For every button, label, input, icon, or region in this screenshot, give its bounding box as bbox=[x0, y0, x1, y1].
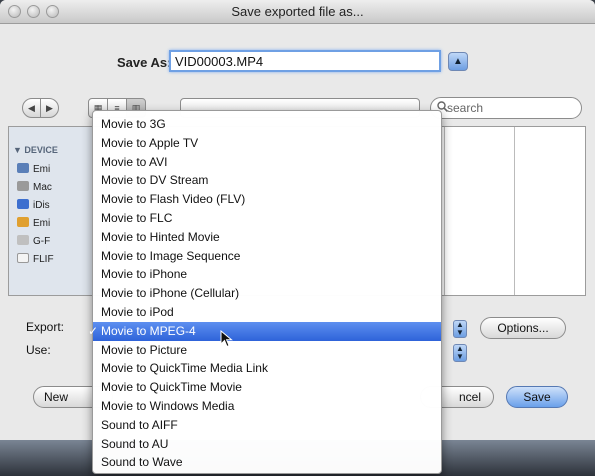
menu-item-label: Sound to AU bbox=[101, 436, 169, 451]
menu-item[interactable]: Movie to iPhone (Cellular) bbox=[93, 284, 441, 303]
menu-item-label: Movie to Hinted Movie bbox=[101, 229, 220, 244]
menu-item-label: Movie to Picture bbox=[101, 342, 188, 357]
menu-item[interactable]: Movie to AVI bbox=[93, 153, 441, 172]
menu-item-label: Movie to QuickTime Media Link bbox=[101, 361, 268, 376]
menu-item-label: Sound to AIFF bbox=[101, 417, 178, 432]
forward-arrow-icon: ▶ bbox=[46, 103, 53, 113]
menu-item-label: Movie to QuickTime Movie bbox=[101, 380, 242, 395]
back-button[interactable]: ◀ bbox=[22, 98, 41, 118]
menu-item[interactable]: Movie to QuickTime Movie bbox=[93, 378, 441, 397]
mouse-pointer-icon bbox=[220, 330, 233, 348]
drive-icon bbox=[17, 217, 29, 227]
expand-dialog-button[interactable]: ▲ bbox=[448, 52, 468, 71]
column-divider[interactable] bbox=[514, 127, 515, 295]
save-as-label: Save As: bbox=[117, 55, 172, 70]
display-icon bbox=[17, 163, 29, 173]
drive-icon bbox=[17, 253, 29, 263]
export-label: Export: bbox=[26, 320, 65, 334]
use-popup-arrows[interactable]: ▲ ▼ bbox=[453, 344, 467, 362]
menu-item[interactable]: ✓ Movie to MPEG-4 bbox=[88, 321, 441, 341]
up-down-arrows-icon: ▲ ▼ bbox=[456, 344, 464, 361]
menu-item[interactable]: Sound to AIFF bbox=[93, 416, 441, 435]
menu-item-label: Movie to Windows Media bbox=[101, 398, 235, 413]
menu-item[interactable]: Movie to Windows Media bbox=[93, 397, 441, 416]
idisk-icon bbox=[17, 199, 29, 209]
menu-item[interactable]: Movie to FLC bbox=[93, 209, 441, 228]
menu-item-label: Movie to Apple TV bbox=[101, 135, 199, 150]
column-divider[interactable] bbox=[444, 127, 445, 295]
search-field[interactable]: search bbox=[430, 97, 582, 119]
menu-item-label: Movie to iPod bbox=[101, 304, 174, 319]
menu-item[interactable]: Movie to Apple TV bbox=[93, 134, 441, 153]
menu-item[interactable]: Movie to QuickTime Media Link bbox=[93, 359, 441, 378]
save-as-row: Save As: ▲ bbox=[0, 40, 595, 80]
menu-item-label: Movie to MPEG-4 bbox=[101, 323, 196, 338]
menu-item[interactable]: Movie to iPhone bbox=[93, 265, 441, 284]
menu-item-label: Movie to Flash Video (FLV) bbox=[101, 192, 246, 207]
menu-item[interactable]: Movie to Hinted Movie bbox=[93, 228, 441, 247]
filename-input[interactable] bbox=[169, 50, 441, 72]
back-arrow-icon: ◀ bbox=[28, 103, 35, 113]
use-label: Use: bbox=[26, 343, 51, 357]
menu-item-label: Movie to DV Stream bbox=[101, 173, 209, 188]
menu-item[interactable]: Movie to 3G bbox=[93, 115, 441, 134]
menu-item-label: Movie to iPhone bbox=[101, 267, 188, 282]
triangle-up-icon: ▲ bbox=[453, 56, 463, 67]
menu-item[interactable]: Movie to DV Stream bbox=[93, 171, 441, 190]
title-bar[interactable]: Save exported file as... bbox=[0, 0, 595, 24]
checkmark-icon: ✓ bbox=[87, 323, 99, 338]
menu-item-label: Sound to Wave bbox=[101, 455, 183, 470]
drive-icon bbox=[17, 181, 29, 191]
menu-item[interactable]: Movie to Image Sequence bbox=[93, 247, 441, 266]
export-popup-arrows[interactable]: ▲ ▼ bbox=[453, 320, 467, 338]
menu-item-label: Movie to iPhone (Cellular) bbox=[101, 286, 240, 301]
forward-button[interactable]: ▶ bbox=[40, 98, 59, 118]
options-button[interactable]: Options... bbox=[480, 317, 566, 339]
menu-item-label: Movie to Image Sequence bbox=[101, 248, 241, 263]
up-down-arrows-icon: ▲ ▼ bbox=[456, 320, 464, 337]
drive-icon bbox=[17, 235, 29, 245]
save-button[interactable]: Save bbox=[506, 386, 568, 408]
menu-item-label: Movie to FLC bbox=[101, 210, 173, 225]
menu-item-label: Movie to 3G bbox=[101, 117, 166, 131]
menu-item[interactable]: Movie to iPod bbox=[93, 303, 441, 322]
export-format-menu[interactable]: Movie to 3G Movie to Apple TV Movie to AVI… bbox=[88, 110, 442, 474]
search-placeholder: search bbox=[447, 101, 484, 115]
menu-item[interactable]: Movie to Picture bbox=[93, 341, 441, 360]
menu-item-label: Movie to AVI bbox=[101, 154, 168, 169]
menu-item[interactable]: Sound to Wave bbox=[93, 453, 441, 472]
menu-item[interactable]: Sound to AU bbox=[93, 435, 441, 454]
menu-item[interactable]: Movie to Flash Video (FLV) bbox=[93, 190, 441, 209]
window-title: Save exported file as... bbox=[231, 4, 364, 19]
sidebar-header-devices: ▼ DEVICE bbox=[13, 145, 58, 155]
